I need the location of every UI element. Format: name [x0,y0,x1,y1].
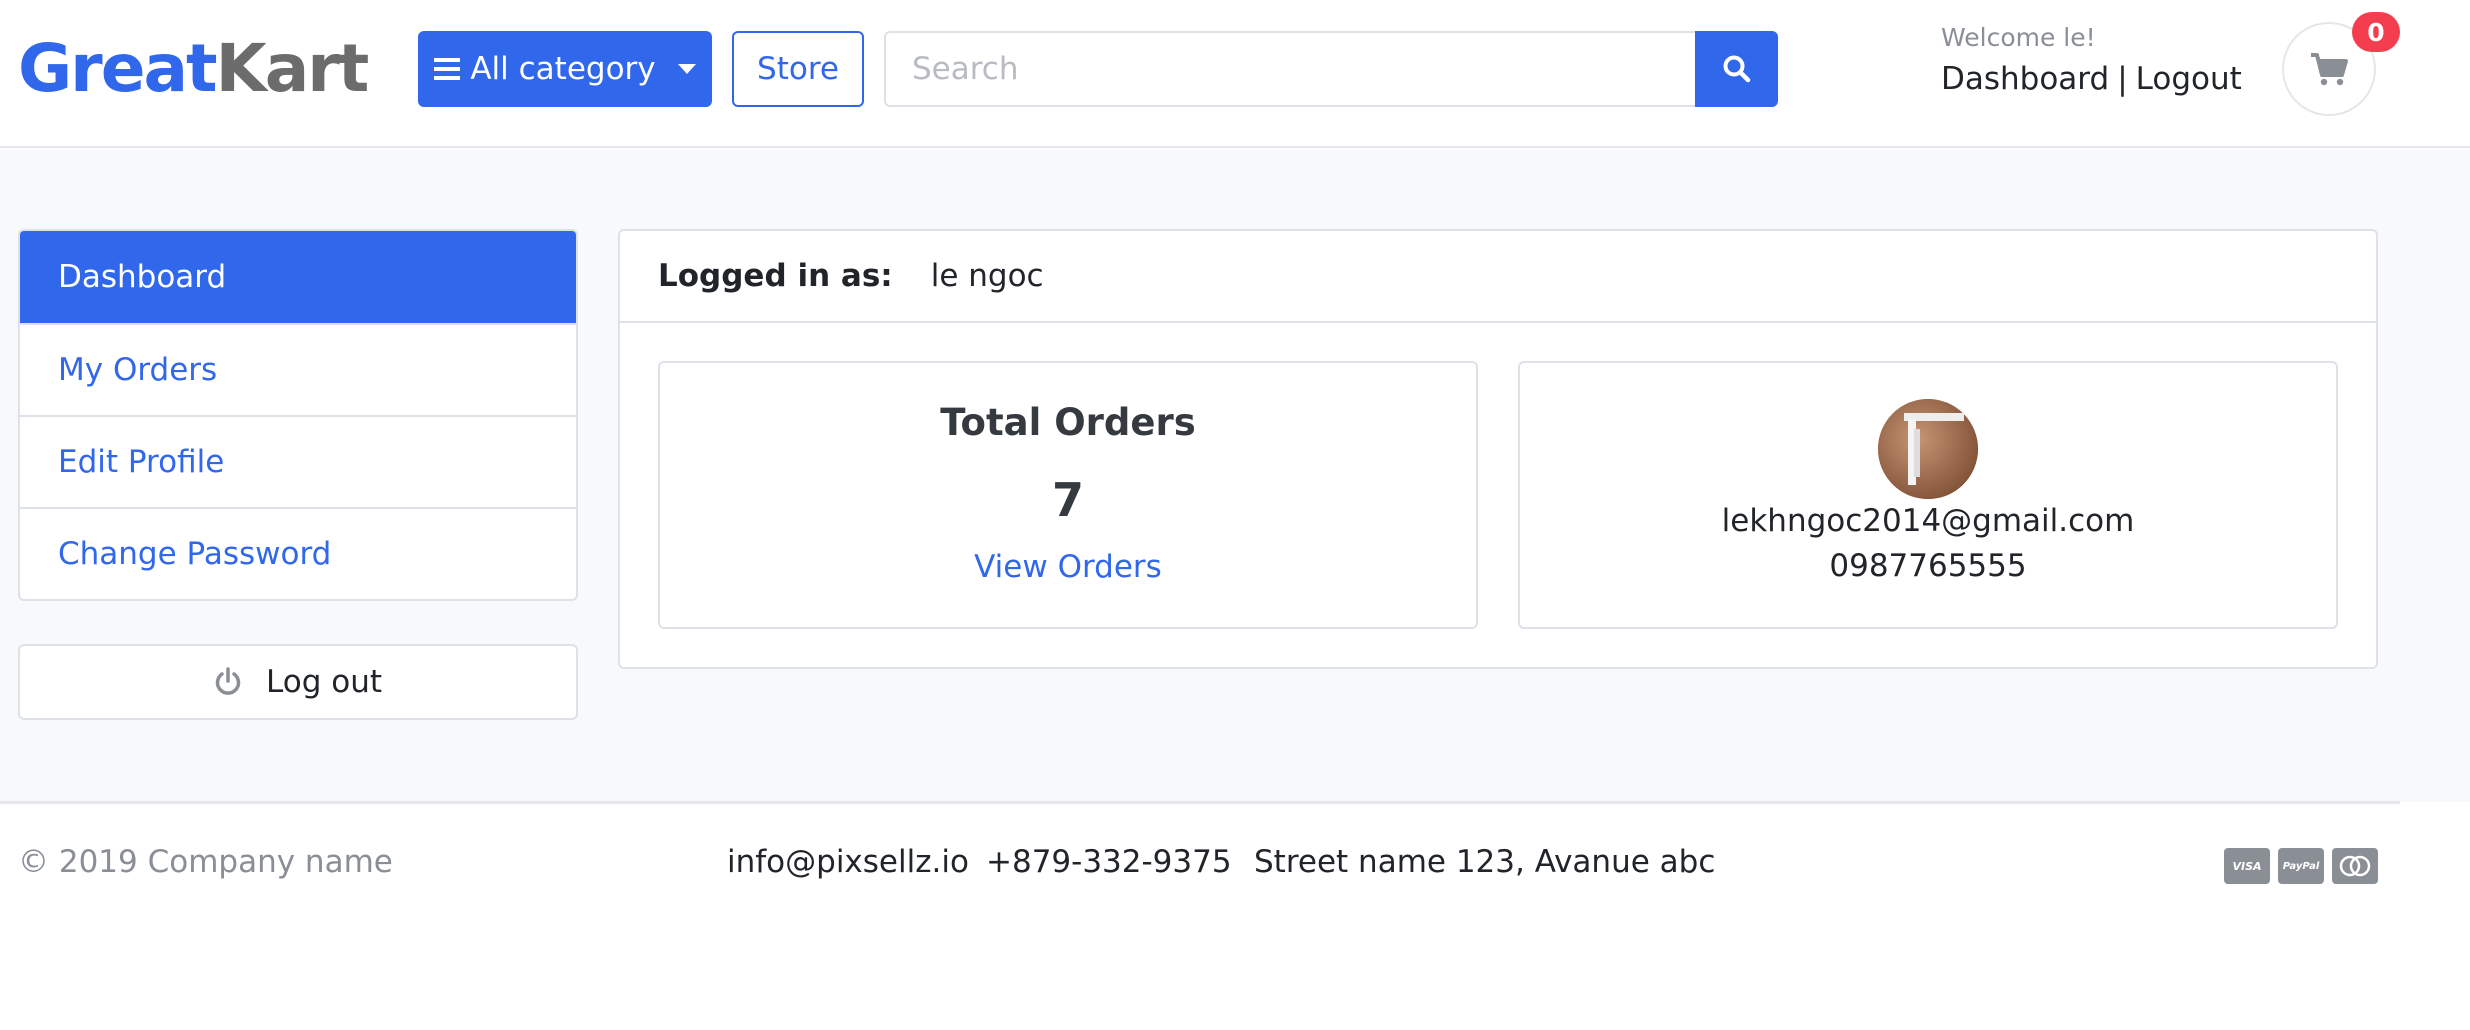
site-footer: © 2019 Company name info@pixsellz.io +87… [0,804,2470,1030]
search-input[interactable] [884,31,1696,107]
paypal-icon: PayPal [2278,848,2324,884]
sidebar-item-change-password[interactable]: Change Password [20,507,576,599]
sidebar-item-my-orders[interactable]: My Orders [20,323,576,415]
shopping-cart-icon [2311,53,2348,86]
total-orders-title: Total Orders [940,401,1196,444]
total-orders-count: 7 [1051,473,1084,527]
username: le ngoc [930,258,1044,294]
power-icon [215,667,241,695]
view-orders-link[interactable]: View Orders [660,549,1476,585]
logout-label: Log out [266,664,382,700]
footer-phone: +879-332-9375 [986,844,1232,880]
link-separator: | [2117,61,2128,97]
all-category-button[interactable]: All category [418,31,712,107]
search-button[interactable] [1695,31,1778,107]
welcome-text: Welcome le! [1941,23,2096,52]
caret-down-icon [677,64,696,74]
logo-part-kart: Kart [215,30,370,107]
sidebar-menu: Dashboard My Orders Edit Profile Change … [18,229,578,601]
profile-phone: 0987765555 [1829,548,2027,584]
mastercard-icon [2332,848,2378,884]
sidebar-item-dashboard[interactable]: Dashboard [20,231,576,323]
profile-box: lekhngoc2014@gmail.com 0987765555 [1518,361,2338,629]
logout-link[interactable]: Logout [2136,61,2242,97]
avatar [1878,399,1978,499]
menu-icon [434,58,461,80]
cart-count-badge: 0 [2352,12,2400,52]
card-header: Logged in as: le ngoc [620,231,2376,323]
payment-icons: VISA PayPal [2224,848,2378,884]
logged-in-label: Logged in as: [658,258,893,294]
logout-button[interactable]: Log out [18,644,578,720]
visa-icon: VISA [2224,848,2270,884]
logo-part-great: Great [18,30,218,107]
copyright: © 2019 Company name [18,844,393,880]
search-icon [1723,55,1750,83]
logo[interactable]: GreatKart [18,26,370,112]
user-links: Dashboard | Logout [1941,61,2242,97]
footer-email: info@pixsellz.io [727,844,969,880]
main-section: Dashboard My Orders Edit Profile Change … [0,150,2470,802]
footer-address: Street name 123, Avanue abc [1254,844,1716,880]
profile-email: lekhngoc2014@gmail.com [1721,503,2135,539]
all-category-label: All category [470,51,656,87]
site-header: GreatKart All category Store Welcome le!… [0,0,2470,148]
dashboard-link[interactable]: Dashboard [1941,61,2109,97]
dashboard-card: Logged in as: le ngoc Total Orders 7 Vie… [618,229,2378,669]
store-button[interactable]: Store [732,31,864,107]
sidebar-item-edit-profile[interactable]: Edit Profile [20,415,576,507]
total-orders-box: Total Orders 7 View Orders [658,361,1478,629]
